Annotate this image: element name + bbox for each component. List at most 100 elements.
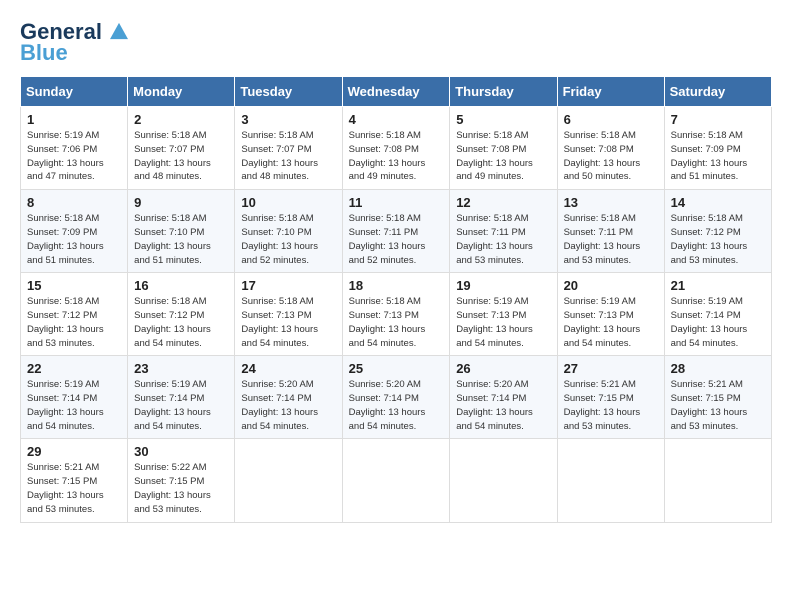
day-detail: Sunrise: 5:21 AMSunset: 7:15 PMDaylight:…: [671, 378, 765, 433]
weekday-header-cell: Monday: [128, 77, 235, 107]
weekday-header-cell: Thursday: [450, 77, 557, 107]
weekday-header-cell: Friday: [557, 77, 664, 107]
calendar-table: SundayMondayTuesdayWednesdayThursdayFrid…: [20, 76, 772, 522]
day-number: 22: [27, 361, 121, 376]
day-detail: Sunrise: 5:18 AMSunset: 7:11 PMDaylight:…: [564, 212, 658, 267]
day-detail: Sunrise: 5:18 AMSunset: 7:09 PMDaylight:…: [27, 212, 121, 267]
calendar-day-cell: 1 Sunrise: 5:19 AMSunset: 7:06 PMDayligh…: [21, 107, 128, 190]
calendar-day-cell: 20 Sunrise: 5:19 AMSunset: 7:13 PMDaylig…: [557, 273, 664, 356]
calendar-week-row: 1 Sunrise: 5:19 AMSunset: 7:06 PMDayligh…: [21, 107, 772, 190]
day-detail: Sunrise: 5:21 AMSunset: 7:15 PMDaylight:…: [27, 461, 121, 516]
calendar-day-cell: [342, 439, 450, 522]
calendar-day-cell: 22 Sunrise: 5:19 AMSunset: 7:14 PMDaylig…: [21, 356, 128, 439]
logo-icon: [110, 22, 128, 40]
day-detail: Sunrise: 5:19 AMSunset: 7:13 PMDaylight:…: [564, 295, 658, 350]
page-header: General Blue: [20, 20, 772, 66]
calendar-day-cell: 24 Sunrise: 5:20 AMSunset: 7:14 PMDaylig…: [235, 356, 342, 439]
calendar-day-cell: 23 Sunrise: 5:19 AMSunset: 7:14 PMDaylig…: [128, 356, 235, 439]
day-detail: Sunrise: 5:18 AMSunset: 7:12 PMDaylight:…: [671, 212, 765, 267]
calendar-day-cell: 19 Sunrise: 5:19 AMSunset: 7:13 PMDaylig…: [450, 273, 557, 356]
calendar-day-cell: 5 Sunrise: 5:18 AMSunset: 7:08 PMDayligh…: [450, 107, 557, 190]
day-detail: Sunrise: 5:18 AMSunset: 7:08 PMDaylight:…: [456, 129, 550, 184]
day-detail: Sunrise: 5:18 AMSunset: 7:11 PMDaylight:…: [349, 212, 444, 267]
calendar-week-row: 8 Sunrise: 5:18 AMSunset: 7:09 PMDayligh…: [21, 190, 772, 273]
day-number: 12: [456, 195, 550, 210]
day-number: 8: [27, 195, 121, 210]
calendar-body: 1 Sunrise: 5:19 AMSunset: 7:06 PMDayligh…: [21, 107, 772, 522]
weekday-header-cell: Wednesday: [342, 77, 450, 107]
day-number: 24: [241, 361, 335, 376]
calendar-day-cell: 16 Sunrise: 5:18 AMSunset: 7:12 PMDaylig…: [128, 273, 235, 356]
day-detail: Sunrise: 5:22 AMSunset: 7:15 PMDaylight:…: [134, 461, 228, 516]
day-number: 29: [27, 444, 121, 459]
day-number: 26: [456, 361, 550, 376]
calendar-day-cell: 30 Sunrise: 5:22 AMSunset: 7:15 PMDaylig…: [128, 439, 235, 522]
weekday-header-cell: Saturday: [664, 77, 771, 107]
day-detail: Sunrise: 5:18 AMSunset: 7:10 PMDaylight:…: [241, 212, 335, 267]
calendar-day-cell: 12 Sunrise: 5:18 AMSunset: 7:11 PMDaylig…: [450, 190, 557, 273]
calendar-day-cell: 21 Sunrise: 5:19 AMSunset: 7:14 PMDaylig…: [664, 273, 771, 356]
calendar-week-row: 29 Sunrise: 5:21 AMSunset: 7:15 PMDaylig…: [21, 439, 772, 522]
day-detail: Sunrise: 5:20 AMSunset: 7:14 PMDaylight:…: [241, 378, 335, 433]
calendar-day-cell: [557, 439, 664, 522]
calendar-day-cell: [664, 439, 771, 522]
calendar-day-cell: 13 Sunrise: 5:18 AMSunset: 7:11 PMDaylig…: [557, 190, 664, 273]
day-number: 18: [349, 278, 444, 293]
day-number: 21: [671, 278, 765, 293]
calendar-day-cell: 3 Sunrise: 5:18 AMSunset: 7:07 PMDayligh…: [235, 107, 342, 190]
day-number: 3: [241, 112, 335, 127]
day-number: 9: [134, 195, 228, 210]
calendar-day-cell: 9 Sunrise: 5:18 AMSunset: 7:10 PMDayligh…: [128, 190, 235, 273]
calendar-day-cell: 28 Sunrise: 5:21 AMSunset: 7:15 PMDaylig…: [664, 356, 771, 439]
day-detail: Sunrise: 5:19 AMSunset: 7:14 PMDaylight:…: [27, 378, 121, 433]
day-detail: Sunrise: 5:21 AMSunset: 7:15 PMDaylight:…: [564, 378, 658, 433]
day-detail: Sunrise: 5:19 AMSunset: 7:14 PMDaylight:…: [671, 295, 765, 350]
day-detail: Sunrise: 5:19 AMSunset: 7:14 PMDaylight:…: [134, 378, 228, 433]
day-detail: Sunrise: 5:18 AMSunset: 7:13 PMDaylight:…: [349, 295, 444, 350]
calendar-day-cell: [450, 439, 557, 522]
day-number: 27: [564, 361, 658, 376]
logo: General Blue: [20, 20, 128, 66]
day-detail: Sunrise: 5:18 AMSunset: 7:11 PMDaylight:…: [456, 212, 550, 267]
calendar-day-cell: 27 Sunrise: 5:21 AMSunset: 7:15 PMDaylig…: [557, 356, 664, 439]
calendar-day-cell: 11 Sunrise: 5:18 AMSunset: 7:11 PMDaylig…: [342, 190, 450, 273]
day-number: 23: [134, 361, 228, 376]
calendar-day-cell: 14 Sunrise: 5:18 AMSunset: 7:12 PMDaylig…: [664, 190, 771, 273]
day-number: 15: [27, 278, 121, 293]
day-number: 7: [671, 112, 765, 127]
calendar-week-row: 15 Sunrise: 5:18 AMSunset: 7:12 PMDaylig…: [21, 273, 772, 356]
day-number: 30: [134, 444, 228, 459]
day-number: 2: [134, 112, 228, 127]
calendar-day-cell: 6 Sunrise: 5:18 AMSunset: 7:08 PMDayligh…: [557, 107, 664, 190]
day-detail: Sunrise: 5:18 AMSunset: 7:13 PMDaylight:…: [241, 295, 335, 350]
day-detail: Sunrise: 5:18 AMSunset: 7:07 PMDaylight:…: [134, 129, 228, 184]
calendar-day-cell: 15 Sunrise: 5:18 AMSunset: 7:12 PMDaylig…: [21, 273, 128, 356]
day-detail: Sunrise: 5:20 AMSunset: 7:14 PMDaylight:…: [349, 378, 444, 433]
day-detail: Sunrise: 5:20 AMSunset: 7:14 PMDaylight:…: [456, 378, 550, 433]
day-number: 28: [671, 361, 765, 376]
calendar-day-cell: 18 Sunrise: 5:18 AMSunset: 7:13 PMDaylig…: [342, 273, 450, 356]
day-detail: Sunrise: 5:19 AMSunset: 7:06 PMDaylight:…: [27, 129, 121, 184]
calendar-day-cell: 10 Sunrise: 5:18 AMSunset: 7:10 PMDaylig…: [235, 190, 342, 273]
weekday-header-cell: Tuesday: [235, 77, 342, 107]
day-number: 11: [349, 195, 444, 210]
calendar-day-cell: [235, 439, 342, 522]
day-number: 5: [456, 112, 550, 127]
day-number: 4: [349, 112, 444, 127]
weekday-header-cell: Sunday: [21, 77, 128, 107]
day-detail: Sunrise: 5:18 AMSunset: 7:12 PMDaylight:…: [134, 295, 228, 350]
day-detail: Sunrise: 5:18 AMSunset: 7:12 PMDaylight:…: [27, 295, 121, 350]
calendar-day-cell: 4 Sunrise: 5:18 AMSunset: 7:08 PMDayligh…: [342, 107, 450, 190]
day-detail: Sunrise: 5:18 AMSunset: 7:10 PMDaylight:…: [134, 212, 228, 267]
day-detail: Sunrise: 5:18 AMSunset: 7:07 PMDaylight:…: [241, 129, 335, 184]
calendar-day-cell: 17 Sunrise: 5:18 AMSunset: 7:13 PMDaylig…: [235, 273, 342, 356]
day-detail: Sunrise: 5:18 AMSunset: 7:09 PMDaylight:…: [671, 129, 765, 184]
calendar-day-cell: 29 Sunrise: 5:21 AMSunset: 7:15 PMDaylig…: [21, 439, 128, 522]
day-number: 13: [564, 195, 658, 210]
calendar-day-cell: 25 Sunrise: 5:20 AMSunset: 7:14 PMDaylig…: [342, 356, 450, 439]
day-detail: Sunrise: 5:18 AMSunset: 7:08 PMDaylight:…: [349, 129, 444, 184]
day-number: 25: [349, 361, 444, 376]
day-number: 16: [134, 278, 228, 293]
day-number: 19: [456, 278, 550, 293]
day-detail: Sunrise: 5:18 AMSunset: 7:08 PMDaylight:…: [564, 129, 658, 184]
